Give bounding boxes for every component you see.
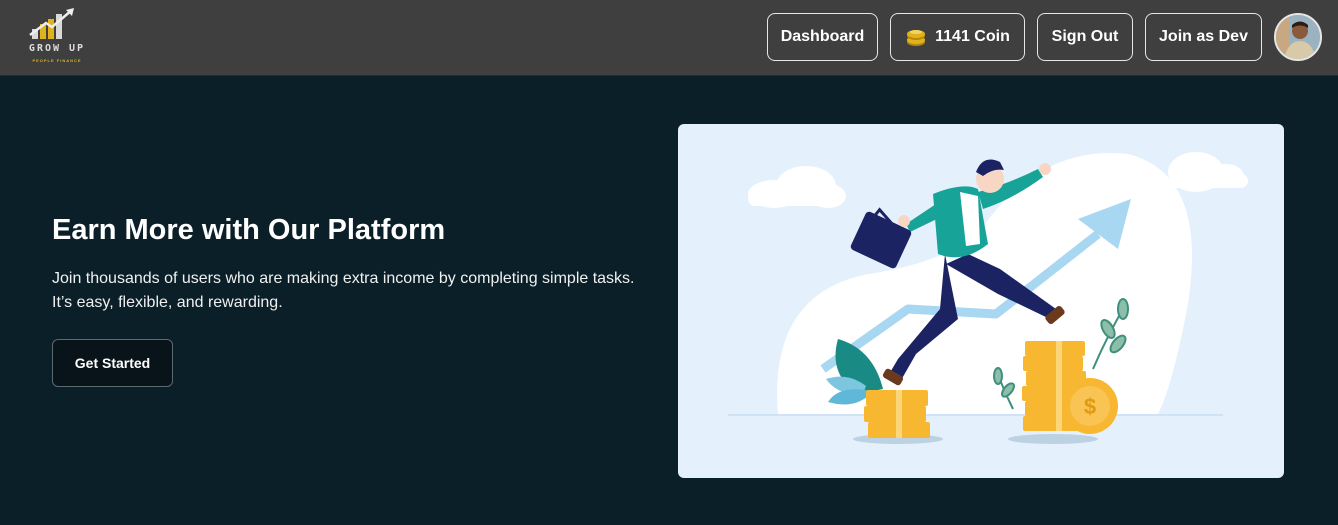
coin-balance-label: 1141 Coin bbox=[935, 28, 1010, 45]
join-as-dev-button[interactable]: Join as Dev bbox=[1145, 13, 1262, 61]
hero-description: Join thousands of users who are making e… bbox=[52, 270, 635, 311]
join-as-dev-label: Join as Dev bbox=[1159, 28, 1248, 45]
businessman-climbing-coins-illustration: $ bbox=[728, 152, 1248, 444]
hero-title: Earn More with Our Platform bbox=[52, 214, 446, 246]
get-started-button[interactable]: Get Started bbox=[52, 339, 173, 387]
brand-tagline: PEOPLE FINANCE bbox=[32, 58, 82, 63]
user-avatar-icon bbox=[1276, 15, 1320, 59]
sign-out-label: Sign Out bbox=[1051, 28, 1119, 45]
dashboard-button[interactable]: Dashboard bbox=[767, 13, 878, 61]
coin-balance-button[interactable]: 1141 Coin bbox=[890, 13, 1025, 61]
brand-logo[interactable]: GROW UP PEOPLE FINANCE bbox=[22, 7, 92, 67]
cloud-icon bbox=[748, 166, 846, 208]
get-started-label: Get Started bbox=[74, 355, 151, 371]
dashboard-button-label: Dashboard bbox=[780, 28, 865, 45]
cloud-icon bbox=[1168, 152, 1248, 192]
top-navbar: GROW UP PEOPLE FINANCE Dashboard 1141 Co… bbox=[0, 0, 1338, 76]
growth-chart-icon bbox=[29, 8, 74, 39]
hero-illustration: $ bbox=[678, 124, 1284, 478]
brand-name: GROW UP bbox=[28, 43, 86, 54]
coins-icon bbox=[907, 30, 926, 46]
sign-out-button[interactable]: Sign Out bbox=[1037, 13, 1133, 61]
user-avatar[interactable] bbox=[1274, 13, 1322, 61]
svg-text:$: $ bbox=[1084, 394, 1096, 419]
